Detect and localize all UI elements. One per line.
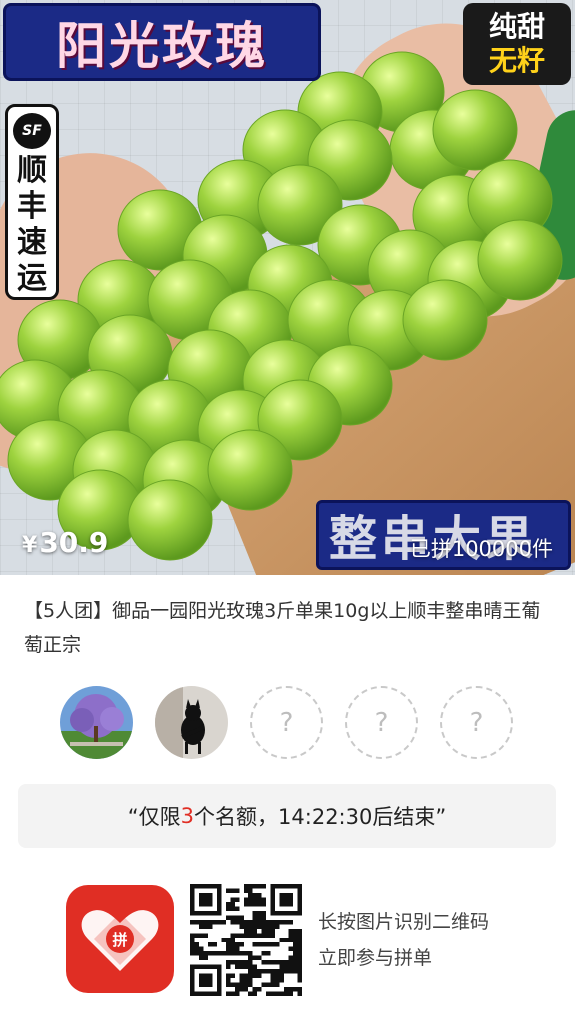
sf-char-3: 速 [17, 225, 47, 260]
notice-count: 3 [180, 804, 195, 828]
avatar[interactable] [60, 686, 133, 759]
product-title: 【5人团】御品一园阳光玫瑰3斤单果10g以上顺丰整串晴王葡萄正宗 [24, 600, 541, 656]
banner-text: 阳光玫瑰 [56, 17, 268, 75]
badge-line2: 无籽 [488, 44, 545, 77]
scan-line2: 立即参与拼单 [318, 947, 433, 969]
grape [432, 89, 518, 171]
question-icon: ? [374, 707, 389, 738]
sweet-seedless-badge: 纯甜 无籽 [463, 3, 571, 85]
joined-count: 已拼100000件 [409, 537, 553, 561]
question-icon: ? [469, 707, 484, 738]
grape [207, 429, 293, 511]
sf-express-badge: SF 顺 丰 速 运 [5, 104, 59, 300]
empty-slot[interactable]: ? [250, 686, 323, 759]
group-members: ? ? ? [60, 686, 513, 759]
notice-suffix: 个名额，14:22:30后结束” [194, 805, 447, 829]
sf-char-4: 运 [17, 261, 47, 296]
svg-text:拼: 拼 [112, 931, 127, 949]
tree-photo-avatar [60, 686, 133, 759]
grape-cluster [0, 51, 563, 561]
grape [402, 279, 488, 361]
cat-photo-avatar [155, 686, 228, 759]
price-value: 30.9 [39, 526, 109, 559]
product-hero-image[interactable]: 阳光玫瑰 纯甜 无籽 SF 顺 丰 速 运 整串大果 ¥30.9 已拼10000… [0, 0, 575, 575]
quota-notice: “仅限 3 个名额，14:22:30后结束” [18, 784, 556, 848]
scan-line1: 长按图片识别二维码 [318, 911, 490, 933]
sf-char-1: 顺 [17, 153, 47, 188]
sf-char-2: 丰 [17, 189, 47, 224]
currency-symbol: ¥ [22, 533, 38, 558]
badge-line1: 纯甜 [488, 10, 545, 43]
empty-slot[interactable]: ? [440, 686, 513, 759]
pinduoduo-logo: 拼 [66, 885, 174, 993]
product-title-banner: 阳光玫瑰 [3, 3, 321, 81]
notice-prefix: “仅限 [127, 805, 181, 829]
qr-code[interactable] [190, 884, 302, 996]
empty-slot[interactable]: ? [345, 686, 418, 759]
sf-logo-icon: SF [13, 113, 51, 149]
question-icon: ? [279, 707, 294, 738]
scan-instructions: 长按图片识别二维码 立即参与拼单 [318, 904, 489, 976]
grape [127, 479, 213, 561]
grape [477, 219, 563, 301]
price: ¥30.9 [22, 526, 108, 559]
avatar[interactable] [155, 686, 228, 759]
app-logo-icon: 拼 [81, 910, 159, 971]
